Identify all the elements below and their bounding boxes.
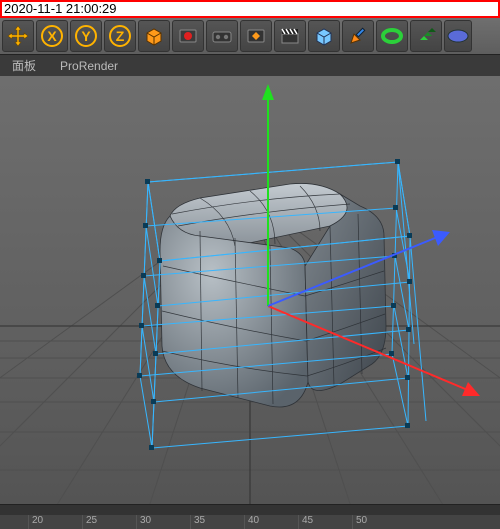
tick-label: 30 bbox=[140, 515, 151, 526]
menu-prorender[interactable]: ProRender bbox=[48, 56, 130, 76]
tick-label: 45 bbox=[302, 515, 313, 526]
tape-button[interactable] bbox=[206, 20, 238, 52]
tick-label: 20 bbox=[32, 515, 43, 526]
keyframe-button[interactable] bbox=[240, 20, 272, 52]
clapboard-icon bbox=[278, 24, 302, 48]
viewport-menubar: 面板 ProRender bbox=[0, 54, 500, 78]
pen-tool-icon bbox=[346, 24, 370, 48]
svg-text:X: X bbox=[47, 28, 57, 44]
timestamp-label: 2020-11-1 21:00:29 bbox=[4, 1, 117, 16]
main-toolbar: X Y Z bbox=[0, 18, 500, 54]
perspective-viewport[interactable] bbox=[0, 76, 500, 504]
capsule-icon bbox=[446, 24, 470, 48]
tick-label: 25 bbox=[86, 515, 97, 526]
cube-primitive-button[interactable] bbox=[138, 20, 170, 52]
svg-text:Y: Y bbox=[81, 28, 91, 44]
y-axis-button[interactable]: Y bbox=[70, 20, 102, 52]
pen-tool-button[interactable] bbox=[342, 20, 374, 52]
tick-label: 40 bbox=[248, 515, 259, 526]
move-tool-button[interactable] bbox=[2, 20, 34, 52]
y-axis-icon: Y bbox=[74, 24, 98, 48]
x-axis-button[interactable]: X bbox=[36, 20, 68, 52]
record-frame-icon bbox=[176, 24, 200, 48]
tick-label: 50 bbox=[356, 515, 367, 526]
keyframe-icon bbox=[244, 24, 268, 48]
torus-green-button[interactable] bbox=[376, 20, 408, 52]
z-axis-button[interactable]: Z bbox=[104, 20, 136, 52]
tape-icon bbox=[210, 24, 234, 48]
move-tool-icon bbox=[6, 24, 30, 48]
timeline[interactable]: 20 25 30 35 40 45 50 bbox=[0, 504, 500, 529]
extrude-button[interactable] bbox=[410, 20, 442, 52]
record-frame-button[interactable] bbox=[172, 20, 204, 52]
tick-label: 35 bbox=[194, 515, 205, 526]
cube-primitive-icon bbox=[142, 24, 166, 48]
timeline-ruler: 20 25 30 35 40 45 50 bbox=[0, 515, 500, 529]
extrude-icon bbox=[414, 24, 438, 48]
clapboard-button[interactable] bbox=[274, 20, 306, 52]
side1-cube-icon bbox=[312, 24, 336, 48]
viewport-scene bbox=[0, 76, 500, 504]
side1-cube-button[interactable] bbox=[308, 20, 340, 52]
torus-green-icon bbox=[380, 24, 404, 48]
svg-text:Z: Z bbox=[116, 28, 125, 44]
timeline-track[interactable] bbox=[0, 505, 500, 515]
menu-panel[interactable]: 面板 bbox=[0, 56, 48, 76]
title-bar: 2020-11-1 21:00:29 bbox=[0, 0, 500, 18]
capsule-button[interactable] bbox=[444, 20, 472, 52]
x-axis-icon: X bbox=[40, 24, 64, 48]
z-axis-icon: Z bbox=[108, 24, 132, 48]
